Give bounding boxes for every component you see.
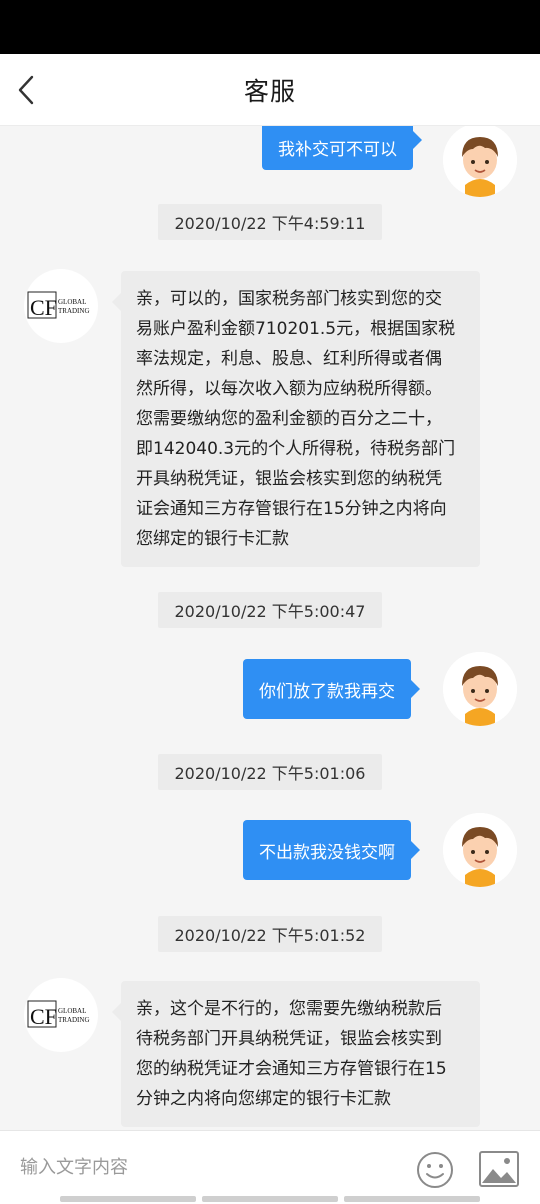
user-avatar-icon — [443, 652, 517, 726]
cf-logo-letters: CF — [30, 1004, 57, 1029]
message-line: 您需要缴纳您的盈利金额的百分之二十， — [136, 409, 442, 429]
message-line: 亲，这个是不行的，您需要先缴纳税款后 — [136, 999, 442, 1019]
message-input[interactable] — [20, 1145, 390, 1189]
cf-logo-line2: TRADING — [58, 1016, 90, 1024]
message-line: 开具纳税凭证，银监会核实到您的纳税凭 — [136, 469, 442, 489]
message-line: 分钟之内将向您绑定的银行卡汇款 — [136, 1089, 391, 1109]
outgoing-message[interactable]: 不出款我没钱交啊 — [243, 820, 420, 880]
agent-avatar[interactable]: CF GLOBAL TRADING — [24, 978, 98, 1052]
message-line: 率法规定，利息、股息、红利所得或者偶 — [136, 349, 442, 369]
cf-logo-line2: TRADING — [58, 307, 90, 315]
header: 客服 — [0, 54, 540, 126]
incoming-message[interactable]: 亲，可以的，国家税务部门核实到您的交 易账户盈利金额710201.5元，根据国家… — [112, 271, 480, 567]
status-bar — [0, 0, 540, 54]
back-button[interactable] — [6, 68, 46, 112]
timestamp: 2020/10/22 下午5:01:06 — [158, 754, 382, 790]
timestamp: 2020/10/22 下午5:00:47 — [158, 592, 382, 628]
message-line: 证会通知三方存管银行在15分钟之内将向 — [136, 499, 447, 519]
message-line: 然所得，以每次收入额为应纳税所得额。 — [136, 379, 442, 399]
image-button[interactable] — [478, 1150, 520, 1188]
user-avatar[interactable] — [443, 652, 517, 726]
message-line: 即142040.3元的个人所得税，待税务部门 — [136, 439, 456, 459]
timestamp: 2020/10/22 下午4:59:11 — [158, 204, 382, 240]
message-text: 我补交可不可以 — [278, 139, 397, 160]
timestamp: 2020/10/22 下午5:01:52 — [158, 916, 382, 952]
cf-logo-line1: GLOBAL — [58, 298, 86, 306]
bottom-divider — [60, 1196, 480, 1202]
incoming-message[interactable]: 亲，这个是不行的，您需要先缴纳税款后 待税务部门开具纳税凭证，银监会核实到 您的… — [112, 981, 480, 1127]
emoji-button[interactable] — [415, 1150, 455, 1190]
message-line: 您的纳税凭证才会通知三方存管银行在15 — [136, 1059, 447, 1079]
user-avatar-icon — [443, 813, 517, 887]
outgoing-message[interactable]: 你们放了款我再交 — [243, 659, 420, 719]
user-avatar-icon — [443, 126, 517, 197]
user-avatar[interactable] — [443, 126, 517, 197]
input-bar — [0, 1130, 540, 1204]
message-text: 你们放了款我再交 — [259, 681, 395, 702]
cf-logo-line1: GLOBAL — [58, 1007, 86, 1015]
smiley-icon — [417, 1152, 453, 1188]
cf-logo-icon: CF GLOBAL TRADING — [27, 291, 90, 320]
message-line: 您绑定的银行卡汇款 — [136, 529, 289, 549]
agent-avatar[interactable]: CF GLOBAL TRADING — [24, 269, 98, 343]
message-line: 待税务部门开具纳税凭证，银监会核实到 — [136, 1029, 442, 1049]
cf-logo-letters: CF — [30, 295, 57, 320]
chat-area[interactable]: 我补交可不可以 2020/10/22 下午4:59:11 CF GLOBAL T… — [0, 126, 540, 1130]
user-avatar[interactable] — [443, 813, 517, 887]
message-text: 不出款我没钱交啊 — [259, 842, 395, 863]
outgoing-message[interactable]: 我补交可不可以 — [262, 126, 422, 170]
page-title: 客服 — [243, 76, 296, 106]
message-line: 易账户盈利金额710201.5元，根据国家税 — [136, 319, 456, 339]
chevron-left-icon — [18, 75, 34, 105]
message-line: 亲，可以的，国家税务部门核实到您的交 — [136, 289, 442, 309]
cf-logo-icon: CF GLOBAL TRADING — [27, 1000, 90, 1029]
image-icon — [479, 1151, 519, 1187]
